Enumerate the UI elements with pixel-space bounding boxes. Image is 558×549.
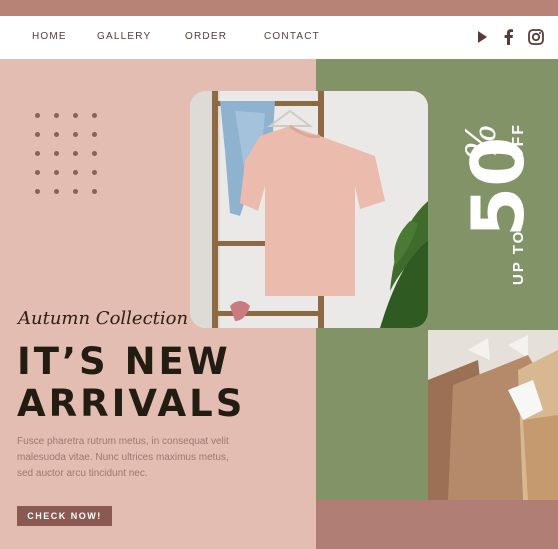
nav-contact[interactable]: CONTACT (264, 31, 320, 42)
instagram-icon[interactable] (527, 28, 545, 46)
promo-prefix: UP TO (510, 230, 527, 285)
hero-description: Fusce pharetra rutrum metus, in consequa… (17, 436, 229, 479)
headline-line-1: IT’S NEW (17, 340, 231, 383)
nav-gallery[interactable]: GALLERY (97, 31, 151, 42)
nav-home[interactable]: HOME (32, 31, 67, 42)
discount-promo: UP TO 50 % OFF (438, 110, 548, 300)
play-icon[interactable] (473, 28, 491, 46)
collection-label: Autumn Collection (18, 308, 189, 329)
check-now-button[interactable]: CHECK NOW! (17, 506, 112, 526)
facebook-icon[interactable] (500, 28, 518, 46)
promo-percent: % (459, 123, 505, 161)
tshirt-on-ladder-photo (190, 91, 428, 328)
bottom-right-block (316, 500, 558, 549)
headline-line-2: ARRIVALS (17, 382, 246, 425)
navbar: HOME GALLERY ORDER CONTACT (0, 16, 558, 59)
nav-order[interactable]: ORDER (185, 31, 227, 42)
jackets-on-rack-photo (428, 330, 558, 500)
promo-suffix: OFF (510, 123, 527, 161)
top-accent-strip (0, 0, 558, 16)
